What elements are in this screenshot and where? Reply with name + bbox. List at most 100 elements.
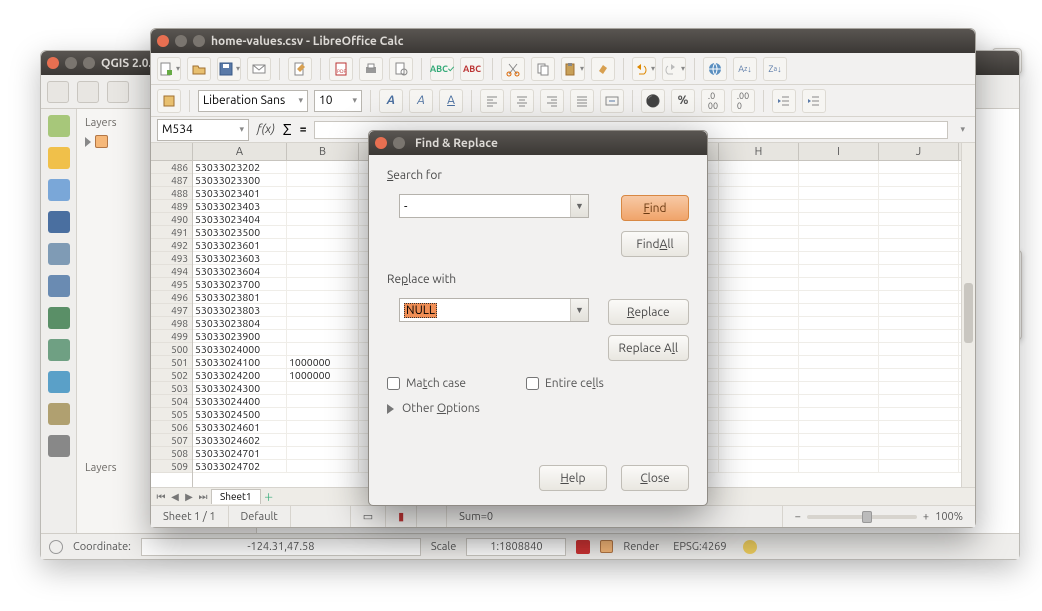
row-header[interactable]: 500 xyxy=(151,343,192,356)
edit-doc-button[interactable] xyxy=(288,57,312,81)
cell[interactable] xyxy=(879,291,959,303)
cell[interactable] xyxy=(719,291,799,303)
sheet-tab[interactable]: Sheet1 xyxy=(211,489,261,504)
cell[interactable] xyxy=(719,434,799,446)
col-header-a[interactable]: A xyxy=(193,143,287,160)
cell[interactable]: 53033024601 xyxy=(193,421,287,433)
add-wfs-icon[interactable] xyxy=(48,371,70,393)
cell[interactable] xyxy=(879,265,959,277)
cell[interactable] xyxy=(287,265,359,277)
cell[interactable] xyxy=(799,252,879,264)
cell[interactable] xyxy=(799,382,879,394)
cell[interactable] xyxy=(799,226,879,238)
cell[interactable] xyxy=(287,252,359,264)
row-header[interactable]: 504 xyxy=(151,395,192,408)
cell[interactable]: 53033023202 xyxy=(193,161,287,173)
sum-indicator[interactable]: Sum=0 xyxy=(447,506,783,527)
cell[interactable] xyxy=(879,395,959,407)
print-preview-button[interactable] xyxy=(389,57,413,81)
close-button[interactable]: Close xyxy=(621,465,689,491)
cell[interactable]: 53033024200 xyxy=(193,369,287,381)
cell[interactable] xyxy=(879,330,959,342)
cell[interactable]: 53033023401 xyxy=(193,187,287,199)
cell[interactable] xyxy=(799,213,879,225)
hyperlink-button[interactable] xyxy=(703,57,727,81)
row-header[interactable]: 502 xyxy=(151,369,192,382)
cell[interactable] xyxy=(719,200,799,212)
row-header[interactable]: 506 xyxy=(151,421,192,434)
row-header[interactable]: 489 xyxy=(151,200,192,213)
cell[interactable] xyxy=(719,304,799,316)
first-sheet-icon[interactable]: ⏮ xyxy=(155,491,167,503)
cell[interactable] xyxy=(287,239,359,251)
prev-sheet-icon[interactable]: ◀ xyxy=(169,491,181,503)
underline-button[interactable]: A xyxy=(439,89,463,113)
cell[interactable] xyxy=(719,161,799,173)
messages-icon[interactable] xyxy=(743,540,757,554)
cell[interactable] xyxy=(799,330,879,342)
cell[interactable] xyxy=(287,447,359,459)
cell[interactable]: 53033023900 xyxy=(193,330,287,342)
minimize-icon[interactable] xyxy=(393,137,405,149)
cell[interactable] xyxy=(287,291,359,303)
print-button[interactable] xyxy=(359,57,383,81)
epsg-label[interactable]: EPSG:4269 xyxy=(673,541,726,553)
cell[interactable] xyxy=(287,304,359,316)
cell[interactable]: 53033024100 xyxy=(193,356,287,368)
cell[interactable] xyxy=(719,239,799,251)
cell[interactable]: 53033024400 xyxy=(193,395,287,407)
col-header-i[interactable]: I xyxy=(799,143,879,160)
cell[interactable] xyxy=(879,382,959,394)
cell[interactable]: 53033023601 xyxy=(193,239,287,251)
cell[interactable] xyxy=(879,174,959,186)
selection-mode-icon[interactable]: ▮ xyxy=(386,506,417,527)
cell[interactable] xyxy=(879,317,959,329)
row-header[interactable]: 494 xyxy=(151,265,192,278)
maximize-icon[interactable] xyxy=(193,35,205,47)
italic-button[interactable]: A xyxy=(409,89,433,113)
row-header[interactable]: 498 xyxy=(151,317,192,330)
cell[interactable] xyxy=(879,434,959,446)
add-sheet-icon[interactable]: ＋ xyxy=(263,489,275,504)
cell[interactable]: 53033023604 xyxy=(193,265,287,277)
row-header[interactable]: 503 xyxy=(151,382,192,395)
cell[interactable]: 53033024300 xyxy=(193,382,287,394)
cell[interactable]: 53033023603 xyxy=(193,252,287,264)
align-center-button[interactable] xyxy=(510,89,534,113)
cell[interactable] xyxy=(287,382,359,394)
cell[interactable]: 53033023700 xyxy=(193,278,287,290)
add-postgis-icon[interactable] xyxy=(48,243,70,265)
cell[interactable] xyxy=(719,343,799,355)
calc-titlebar[interactable]: home-values.csv - LibreOffice Calc xyxy=(151,29,975,53)
replace-all-button[interactable]: Replace All xyxy=(608,335,689,361)
align-justify-button[interactable] xyxy=(570,89,594,113)
cell[interactable] xyxy=(799,291,879,303)
cell[interactable] xyxy=(287,421,359,433)
col-header-h[interactable]: H xyxy=(719,143,799,160)
increase-indent-button[interactable] xyxy=(802,89,826,113)
font-name-combo[interactable]: Liberation Sans▾ xyxy=(198,90,308,112)
cell[interactable] xyxy=(287,174,359,186)
export-pdf-button[interactable]: PDF xyxy=(329,57,353,81)
row-header[interactable]: 496 xyxy=(151,291,192,304)
decrease-indent-button[interactable] xyxy=(772,89,796,113)
row-header[interactable]: 508 xyxy=(151,447,192,460)
add-text-icon[interactable] xyxy=(48,435,70,457)
cell[interactable] xyxy=(799,200,879,212)
row-header[interactable]: 493 xyxy=(151,252,192,265)
row-header[interactable]: 486 xyxy=(151,161,192,174)
cell[interactable] xyxy=(719,447,799,459)
styles-button[interactable] xyxy=(157,89,181,113)
row-header[interactable]: 491 xyxy=(151,226,192,239)
cell[interactable] xyxy=(719,421,799,433)
cell[interactable] xyxy=(879,408,959,420)
cell[interactable] xyxy=(719,174,799,186)
cell[interactable] xyxy=(799,278,879,290)
pan-icon[interactable] xyxy=(48,115,70,137)
vertical-scrollbar[interactable] xyxy=(961,143,975,487)
render-checkbox[interactable] xyxy=(600,540,613,553)
close-icon[interactable] xyxy=(375,137,387,149)
stop-render-icon[interactable] xyxy=(576,540,590,554)
cell[interactable] xyxy=(719,395,799,407)
chevron-down-icon[interactable]: ▼ xyxy=(570,195,588,217)
